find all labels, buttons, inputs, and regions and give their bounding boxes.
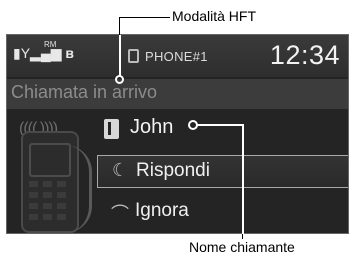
caller-leader-line [197,124,244,126]
hangup-phone-icon: ⌒ [111,204,129,224]
ignore-button[interactable]: ⌒ Ignora [97,196,348,229]
hft-leader-line-screen [119,35,121,77]
roaming-label: RM [44,40,57,49]
answer-label: Rispondi [136,160,210,181]
hft-mode-callout: Modalità HFT [172,8,257,24]
incoming-call-label: Chiamata in arrivo [11,82,158,102]
clock: 12:34 [269,40,340,70]
phone-display: ▮Y▂▄▆ ʙ RM PHONE#1 12:34 Chiamata in arr… [6,34,349,234]
bluetooth-icon: ʙ [65,45,75,61]
answer-phone-icon: ☾ [112,160,129,180]
caller-leader-line-vertical [242,125,244,237]
battery-icon: ▮ [13,45,21,61]
phone-label: PHONE#1 [145,49,208,64]
answer-button[interactable]: ☾ Rispondi [97,155,348,188]
ignore-label: Ignora [135,200,189,221]
status-bar: ▮Y▂▄▆ ʙ RM PHONE#1 12:34 [7,35,348,77]
caller-name-callout: Nome chiamante [189,239,295,255]
caller-leader-dot [188,120,198,130]
hft-leader-line [119,17,170,18]
subtitle-bar: Chiamata in arrivo [7,79,348,109]
caller-name: John [130,116,174,138]
phone-icon [128,49,139,63]
contact-icon [104,119,119,139]
selection-bracket [65,145,92,233]
hft-leader-dot [115,75,124,84]
